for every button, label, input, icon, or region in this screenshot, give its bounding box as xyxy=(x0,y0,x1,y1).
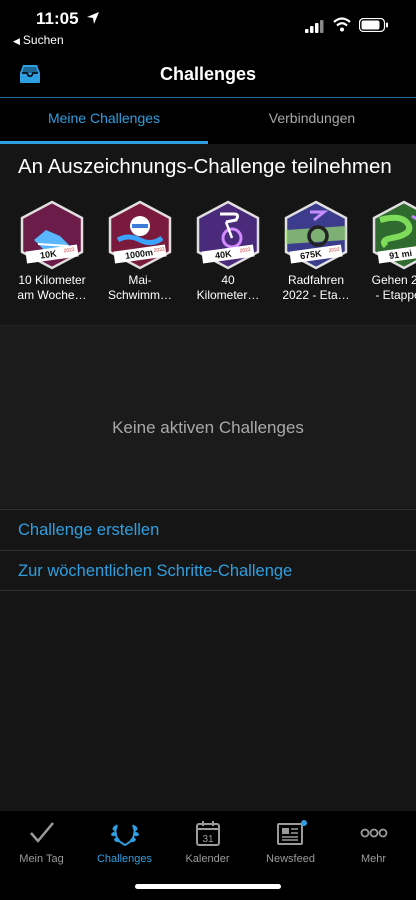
badge-challenge-10k[interactable]: 10K 2022 10 Kilometer am Woche… xyxy=(8,200,96,303)
tab-meine-challenges[interactable]: Meine Challenges xyxy=(0,98,208,144)
badge-hexagon-icon: 91 mi xyxy=(372,200,416,270)
badge-carousel[interactable]: 10K 2022 10 Kilometer am Woche… 1000m 20… xyxy=(0,200,416,320)
nav-bar: Challenges xyxy=(0,52,416,98)
badge-label: Gehen 20… - Etappe… xyxy=(371,273,416,302)
badge-label: 10 Kilometer am Woche… xyxy=(17,273,87,302)
tab-label: Newsfeed xyxy=(266,853,315,865)
section-title: An Auszeichnungs-Challenge teilnehmen xyxy=(18,155,392,178)
badge-label: Mai- Schwimm… xyxy=(107,273,172,302)
calendar-icon: 31 xyxy=(195,821,220,846)
status-time: 11:05 xyxy=(36,9,79,28)
calendar-day-text: 31 xyxy=(202,834,214,845)
badge-challenge-40k[interactable]: 40K 2022 40 Kilometer… xyxy=(184,200,272,303)
badge-hexagon-icon: 10K 2022 xyxy=(20,200,84,270)
tab-mein-tag[interactable]: Mein Tag xyxy=(0,819,83,865)
badge-hexagon-icon: 40K 2022 xyxy=(196,200,260,270)
badge-label: Radfahren 2022 - Eta… xyxy=(282,273,350,302)
badge-hexagon-icon: 675K 2022 xyxy=(284,200,348,270)
badge-label: 40 Kilometer… xyxy=(196,273,260,302)
tab-label: Kalender xyxy=(185,853,230,865)
tab-verbindungen[interactable]: Verbindungen xyxy=(208,98,416,144)
back-triangle-icon: ◀ xyxy=(13,36,20,46)
create-challenge-link[interactable]: Challenge erstellen xyxy=(0,509,416,550)
tab-label: Challenges xyxy=(96,853,153,865)
segment-tabs: Meine Challenges Verbindungen xyxy=(0,98,416,144)
empty-state-text: Keine aktiven Challenges xyxy=(112,418,304,437)
location-arrow-icon xyxy=(87,12,99,24)
tab-label: Mehr xyxy=(360,853,387,865)
back-to-app-link[interactable]: ◀ Suchen xyxy=(13,33,64,47)
tab-newsfeed[interactable]: Newsfeed xyxy=(249,819,332,865)
signal-icon xyxy=(305,20,324,33)
checkmark-icon xyxy=(29,822,54,843)
active-challenges-panel: Keine aktiven Challenges xyxy=(0,325,416,508)
home-indicator[interactable] xyxy=(135,884,281,889)
tab-label: Mein Tag xyxy=(19,853,64,865)
tab-challenges[interactable]: Challenges xyxy=(83,819,166,865)
notification-dot-icon xyxy=(300,820,307,826)
battery-icon xyxy=(359,18,388,32)
badge-challenge-gehen[interactable]: 91 mi Gehen 20… - Etappe… xyxy=(360,200,416,303)
badge-hexagon-icon: 1000m 2022 xyxy=(108,200,172,270)
wifi-icon xyxy=(333,17,351,32)
badge-challenge-swim[interactable]: 1000m 2022 Mai- Schwimm… xyxy=(96,200,184,303)
more-icon xyxy=(360,828,387,838)
status-bar: 11:05 ◀ Suchen xyxy=(0,0,416,52)
newspaper-icon xyxy=(276,820,307,845)
page-title: Challenges xyxy=(159,64,257,84)
laurel-icon xyxy=(110,824,139,847)
badge-challenge-radfahren[interactable]: 675K 2022 Radfahren 2022 - Eta… xyxy=(272,200,360,303)
weekly-steps-challenge-link[interactable]: Zur wöchentlichen Schritte-Challenge xyxy=(0,550,416,591)
tab-kalender[interactable]: 31 Kalender xyxy=(166,819,249,865)
tab-mehr[interactable]: Mehr xyxy=(332,819,415,865)
back-to-app-label: Suchen xyxy=(22,33,64,47)
